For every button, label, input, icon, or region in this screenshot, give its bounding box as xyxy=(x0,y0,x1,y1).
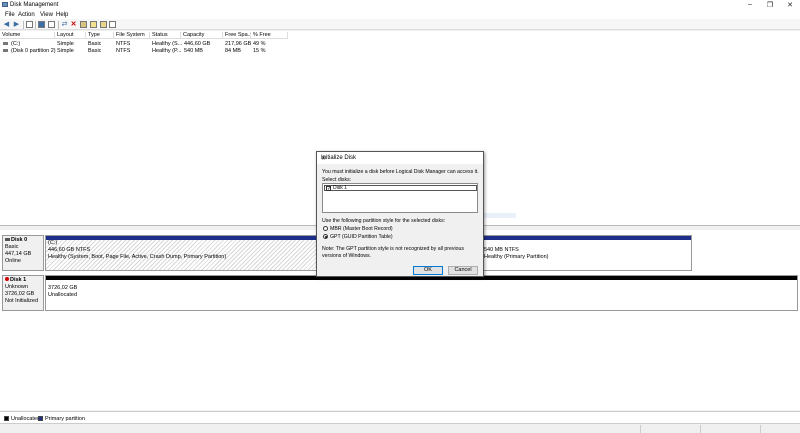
disk-0-state: Online xyxy=(5,258,21,264)
partition-2-status: Healthy (Primary Partition) xyxy=(484,254,549,260)
col-free-space[interactable]: Free Spa... xyxy=(223,32,251,39)
cell-free-space: 84 MB xyxy=(225,48,241,54)
col-filesystem[interactable]: File System xyxy=(114,32,150,39)
col-capacity[interactable]: Capacity xyxy=(181,32,223,39)
legend-unallocated: Unallocated xyxy=(11,416,41,422)
disk-1-item-label: Disk 1 xyxy=(333,185,347,191)
properties-icon[interactable] xyxy=(48,21,55,28)
primary-swatch xyxy=(38,416,43,421)
menu-file[interactable]: File xyxy=(5,12,15,18)
list-icon[interactable] xyxy=(26,21,33,28)
table-row[interactable]: (Disk 0 partition 2) Simple Basic NTFS H… xyxy=(0,47,288,54)
forward-icon[interactable]: ▶ xyxy=(13,21,20,28)
unallocated-swatch xyxy=(4,416,9,421)
legend-primary: Primary partition xyxy=(45,416,86,422)
disk-0-name: Disk 0 xyxy=(11,237,28,243)
dialog-close-button[interactable]: ✕ xyxy=(321,155,480,162)
mbr-option[interactable]: MBR (Master Boot Record) xyxy=(323,226,393,232)
disk-1-state: Not Initialized xyxy=(5,298,39,304)
cell-status: Healthy (P... xyxy=(152,48,182,54)
gpt-note: Note: The GPT partition style is not rec… xyxy=(322,246,464,259)
menu-help[interactable]: Help xyxy=(56,12,68,18)
status-cell xyxy=(760,425,761,433)
gpt-radio[interactable] xyxy=(323,234,328,240)
disk-1-size: 3726,02 GB xyxy=(5,291,35,297)
view-icon[interactable] xyxy=(109,21,116,28)
menu-view[interactable]: View xyxy=(40,12,53,18)
partition-style-label: Use the following partition style for th… xyxy=(322,218,446,224)
legend: Unallocated Primary partition xyxy=(0,411,800,423)
disk-1-name: Disk 1 xyxy=(10,277,27,283)
partition-2-size: 540 MB NTFS xyxy=(484,247,519,253)
disk-management-icon xyxy=(2,2,8,7)
window-title: Disk Management xyxy=(10,2,59,8)
dialog-title-bar: Initialize Disk ✕ xyxy=(317,152,483,164)
ok-button[interactable]: OK xyxy=(413,266,443,275)
col-type[interactable]: Type xyxy=(86,32,114,39)
status-bar xyxy=(0,423,800,433)
dialog-message: You must initialize a disk before Logica… xyxy=(322,169,479,175)
help-icon[interactable] xyxy=(38,21,45,28)
menu-action[interactable]: Action xyxy=(18,12,35,18)
back-icon[interactable]: ◀ xyxy=(3,21,10,28)
cell-layout: Simple xyxy=(57,48,74,54)
table-row[interactable]: (C:) Simple Basic NTFS Healthy (S... 446… xyxy=(0,40,288,47)
initialize-disk-dialog: Initialize Disk ✕ You must initialize a … xyxy=(316,151,484,277)
col-layout[interactable]: Layout xyxy=(55,32,86,39)
disk-1-checkbox[interactable]: ✓ xyxy=(326,186,331,192)
open-icon[interactable] xyxy=(90,21,97,28)
mbr-radio[interactable] xyxy=(323,226,328,232)
drive-icon xyxy=(3,48,10,54)
col-percent-free[interactable]: % Free xyxy=(251,32,288,39)
cell-filesystem: NTFS xyxy=(116,48,131,54)
folder-icon[interactable] xyxy=(80,21,87,28)
menu-bar: File Action View Help xyxy=(0,10,800,19)
cell-capacity: 540 MB xyxy=(184,48,203,54)
maximize-button[interactable]: ❐ xyxy=(760,1,780,9)
title-bar: Disk Management – ❐ ✕ xyxy=(0,0,800,10)
disk-0-label[interactable]: Disk 0 Basic 447,14 GB Online xyxy=(2,235,44,271)
not-initialized-icon xyxy=(5,277,9,281)
partition-2[interactable]: 540 MB NTFS Healthy (Primary Partition) xyxy=(481,235,692,271)
table-header: Volume Layout Type File System Status Ca… xyxy=(0,31,288,39)
connect-icon[interactable]: ⇄ xyxy=(61,21,68,28)
disk-icon xyxy=(5,238,10,242)
status-cell xyxy=(640,425,641,433)
cell-percent-free: 15 % xyxy=(253,48,266,54)
cell-volume: (Disk 0 partition 2) xyxy=(11,48,56,54)
status-cell xyxy=(700,425,701,433)
cell-type: Basic xyxy=(88,48,102,54)
disk-0-size: 447,14 GB xyxy=(5,251,32,257)
cancel-button[interactable]: Cancel xyxy=(448,266,478,275)
disk-0-type: Basic xyxy=(5,244,19,250)
disk-1-unallocated[interactable]: 3726,02 GB Unallocated xyxy=(45,275,798,311)
gpt-option[interactable]: GPT (GUID Partition Table) xyxy=(323,234,393,240)
disk-1-unallocated-status: Unallocated xyxy=(48,292,78,298)
disk-1-unallocated-size: 3726,02 GB xyxy=(48,285,78,291)
delete-icon[interactable]: ✕ xyxy=(70,21,77,28)
disk-1-label[interactable]: Disk 1 Unknown 3726,02 GB Not Initialize… xyxy=(2,275,44,311)
disk-1-type: Unknown xyxy=(5,284,28,290)
mbr-label: MBR (Master Boot Record) xyxy=(330,226,393,232)
settings-icon[interactable] xyxy=(100,21,107,28)
toolbar: ◀ ▶ ⇄ ✕ xyxy=(0,19,800,30)
disk-select-list[interactable]: ✓ Disk 1 xyxy=(322,183,478,213)
gpt-label: GPT (GUID Partition Table) xyxy=(330,234,393,240)
col-status[interactable]: Status xyxy=(150,32,181,39)
close-button[interactable]: ✕ xyxy=(780,1,800,9)
list-item[interactable]: ✓ Disk 1 xyxy=(324,185,477,192)
minimize-button[interactable]: – xyxy=(740,1,760,8)
col-volume[interactable]: Volume xyxy=(0,32,55,39)
